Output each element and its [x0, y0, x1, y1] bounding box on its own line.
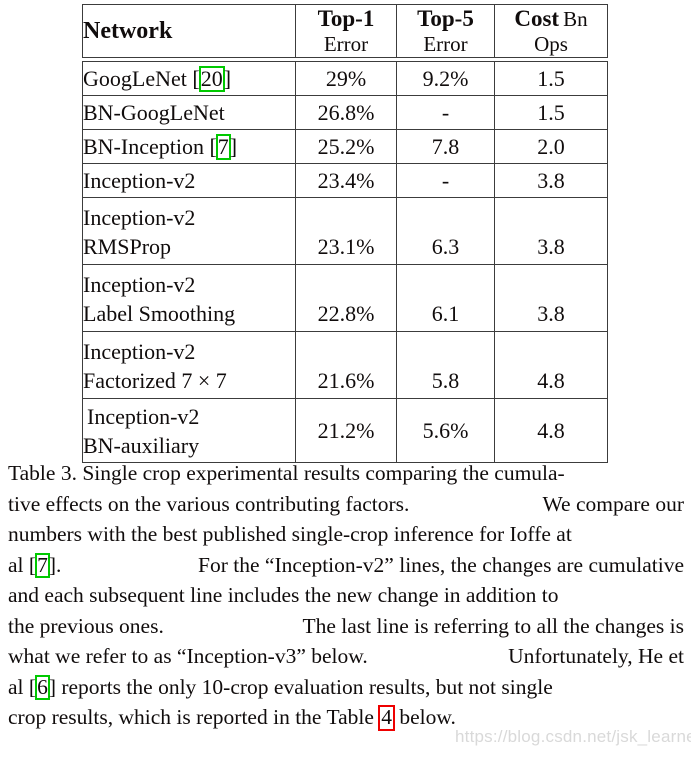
caption-text: al [ [8, 674, 37, 699]
caption-text: al [ [8, 552, 37, 577]
cell-cost: 4.8 [494, 331, 608, 399]
caption-line: al [6] reports the only 10-crop evaluati… [8, 672, 684, 703]
cell-top5: 6.3 [396, 197, 495, 265]
cell-top1: 23.4% [295, 163, 397, 198]
table-row: Inception-v2 RMSProp 23.1% 6.3 3.8 [82, 197, 608, 265]
column-header-cost-label: Cost [514, 6, 560, 31]
table-ref-box[interactable]: 4 [378, 705, 396, 731]
network-name-part-after: ] [223, 66, 232, 91]
table-row: Inception-v2 Factorized 7 × 7 21.6% 5.8 … [82, 331, 608, 399]
cell-network: Inception-v2 [82, 163, 296, 198]
table-header: Network Top-1 Error Top-5 Error Cost Bn … [82, 4, 608, 62]
caption-text: below. [394, 705, 456, 729]
cell-cost: 3.8 [494, 264, 608, 332]
cell-network: Inception-v2 RMSProp [82, 197, 296, 265]
caption-line: and each subsequent line includes the ne… [8, 583, 559, 607]
cell-cost: 3.8 [494, 197, 608, 265]
cell-top1: 21.2% [295, 398, 397, 463]
network-name-line1: Inception-v2 [87, 404, 200, 429]
cell-top1: 22.8% [295, 264, 397, 332]
caption-line: what we refer to as “Inception-v3” below… [8, 641, 684, 672]
caption-text: crop results, which is reported in the T… [8, 705, 380, 729]
caption-line: the previous ones. The last line is refe… [8, 611, 684, 642]
cell-network: BN-Inception [7] [82, 129, 296, 164]
table-caption: Table 3. Single crop experimental result… [8, 458, 684, 733]
network-name-line2: RMSProp [83, 233, 172, 259]
cell-cost: 4.8 [494, 398, 608, 463]
caption-segment: what we refer to as “Inception-v3” below… [8, 644, 368, 668]
column-header-network: Network [82, 4, 296, 58]
cell-top1: 21.6% [295, 331, 397, 399]
citation-ref-box[interactable]: 7 [215, 134, 231, 160]
caption-segment: The last line is referring to all the ch… [302, 613, 685, 638]
caption-line: numbers with the best published single-c… [8, 522, 572, 546]
cell-network: GoogLeNet [20] [82, 61, 296, 96]
cell-top1: 23.1% [295, 197, 397, 265]
table-body: GoogLeNet [20] 29% 9.2% 1.5 BN-GoogLeNet… [82, 61, 608, 463]
network-name-part: GoogLeNet [ [83, 66, 200, 91]
network-name-line2: Factorized 7 × 7 [83, 367, 227, 393]
cell-top1: 26.8% [295, 95, 397, 130]
caption-text: ] reports the only 10-crop evaluation re… [48, 674, 553, 699]
cell-network: BN-GoogLeNet [82, 95, 296, 130]
network-name-line2: BN-auxiliary [83, 433, 200, 458]
cell-top5: 6.1 [396, 264, 495, 332]
network-name-part-after: ] [229, 134, 238, 159]
column-header-top1-label: Top-1 [317, 6, 375, 31]
cell-top1: 25.2% [295, 129, 397, 164]
caption-segment: al [7]. [8, 550, 61, 581]
network-name-part: BN-Inception [ [83, 134, 217, 159]
caption-line: al [7]. For the “Inception-v2” lines, th… [8, 550, 684, 581]
citation-ref-box[interactable]: 20 [198, 66, 225, 92]
table-row: GoogLeNet [20] 29% 9.2% 1.5 [82, 61, 608, 96]
column-header-network-label: Network [83, 17, 173, 44]
cell-network: Inception-v2 Factorized 7 × 7 [82, 331, 296, 399]
column-header-cost: Cost Bn Ops [494, 4, 608, 58]
column-header-top5-label: Top-5 [417, 6, 474, 31]
table-row: Inception-v2 23.4% - 3.8 [82, 163, 608, 198]
table-row: BN-GoogLeNet 26.8% - 1.5 [82, 95, 608, 130]
caption-text: ]. [48, 552, 62, 577]
cell-top5: 5.8 [396, 331, 495, 399]
cell-cost: 1.5 [494, 95, 608, 130]
watermark: https://blog.csdn.net/jsk_learner [455, 727, 691, 746]
column-header-top5: Top-5 Error [396, 4, 495, 58]
caption-segment: the previous ones. [8, 613, 164, 638]
cell-top5: - [396, 163, 495, 198]
results-table-container: Network Top-1 Error Top-5 Error Cost Bn … [82, 4, 608, 463]
network-name-line1: Inception-v2 [83, 204, 196, 230]
table-header-row: Network Top-1 Error Top-5 Error Cost Bn … [82, 4, 608, 58]
caption-segment: For the “Inception-v2” lines, the change… [198, 552, 684, 577]
column-header-top1-sublabel: Error [323, 32, 369, 56]
table-row: BN-Inception [7] 25.2% 7.8 2.0 [82, 129, 608, 164]
column-header-top1: Top-1 Error [295, 4, 397, 58]
cell-top5: - [396, 95, 495, 130]
caption-segment: We compare our [542, 491, 684, 516]
caption-segment: Unfortunately, He et [508, 644, 684, 668]
cell-cost: 1.5 [494, 61, 608, 96]
caption-line: tive effects on the various contributing… [8, 489, 684, 520]
cell-cost: 2.0 [494, 129, 608, 164]
network-name-line2: Label Smoothing [83, 300, 236, 326]
table-row: Inception-v2 Label Smoothing 22.8% 6.1 3… [82, 264, 608, 332]
table-row: Inception-v2 BN-auxiliary 21.2% 5.6% 4.8 [82, 398, 608, 463]
cell-top5: 7.8 [396, 129, 495, 164]
results-table: Network Top-1 Error Top-5 Error Cost Bn … [82, 4, 608, 463]
column-header-top5-sublabel: Error [423, 32, 468, 56]
cell-top5: 9.2% [396, 61, 495, 96]
cell-top1: 29% [295, 61, 397, 96]
cell-network: Inception-v2 Label Smoothing [82, 264, 296, 332]
network-name-line1: Inception-v2 [83, 271, 196, 297]
caption-line: Table 3. Single crop experimental result… [8, 461, 565, 485]
network-name-line1: Inception-v2 [83, 338, 196, 364]
citation-ref-box[interactable]: 7 [35, 552, 50, 578]
cell-network: Inception-v2 BN-auxiliary [82, 398, 296, 463]
cell-cost: 3.8 [494, 163, 608, 198]
citation-ref-box[interactable]: 6 [35, 674, 50, 700]
caption-segment: tive effects on the various contributing… [8, 491, 410, 516]
cell-top5: 5.6% [396, 398, 495, 463]
